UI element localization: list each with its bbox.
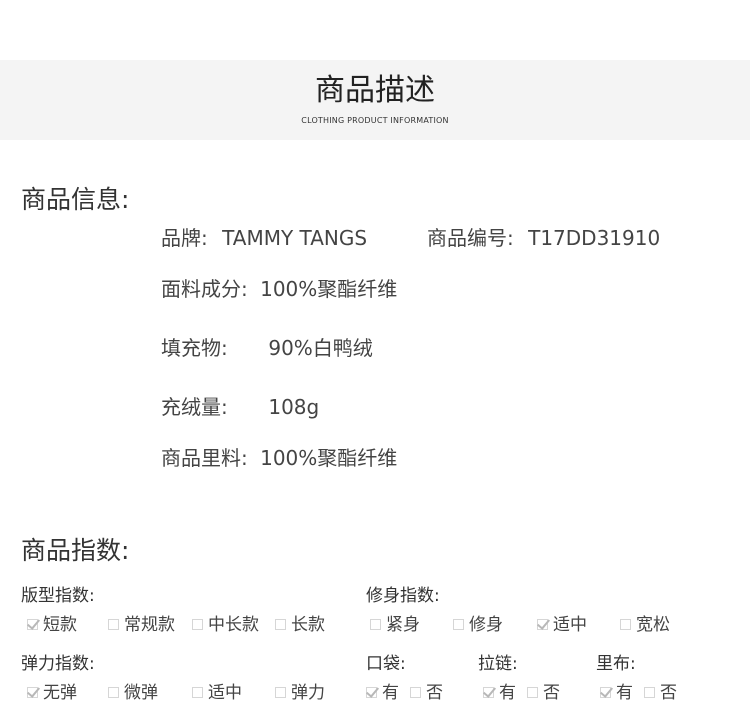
down-amount-value: 108g xyxy=(268,395,320,419)
down-amount-row: 充绒量: 108g xyxy=(161,394,319,420)
elastic-option-slight[interactable]: 微弹 xyxy=(108,682,158,704)
fit-option-long[interactable]: 长款 xyxy=(275,614,325,636)
lining-cloth-option-no[interactable]: 否 xyxy=(644,682,677,704)
checkbox-checked-icon xyxy=(600,687,611,698)
checkbox-icon xyxy=(275,619,286,630)
checkbox-checked-icon xyxy=(27,619,38,630)
pocket-option-no[interactable]: 否 xyxy=(410,682,443,704)
brand-label: 品牌: xyxy=(161,226,208,250)
checkbox-icon xyxy=(108,687,119,698)
elastic-option-stretch[interactable]: 弹力 xyxy=(275,682,325,704)
checkbox-icon xyxy=(192,687,203,698)
checkbox-icon xyxy=(527,687,538,698)
elastic-option-medium[interactable]: 适中 xyxy=(192,682,242,704)
description-banner: 商品描述 CLOTHING PRODUCT INFORMATION xyxy=(0,60,750,140)
product-code-row: 商品编号: T17DD31910 xyxy=(427,225,660,251)
filling-label: 填充物: xyxy=(161,336,228,360)
body-option-loose[interactable]: 宽松 xyxy=(620,614,670,636)
lining-cloth-option-yes[interactable]: 有 xyxy=(600,682,633,704)
lining-material-value: 100%聚酯纤维 xyxy=(260,446,398,470)
fit-option-regular[interactable]: 常规款 xyxy=(108,614,175,636)
banner-title: 商品描述 xyxy=(315,73,435,108)
lining-cloth-label: 里布: xyxy=(596,654,636,674)
fit-index-label: 版型指数: xyxy=(21,586,95,606)
product-code-label: 商品编号: xyxy=(427,226,514,250)
fit-option-short[interactable]: 短款 xyxy=(27,614,77,636)
checkbox-icon xyxy=(192,619,203,630)
lining-material-row: 商品里料: 100%聚酯纤维 xyxy=(161,445,397,471)
elastic-index-label: 弹力指数: xyxy=(21,654,95,674)
elastic-option-none[interactable]: 无弹 xyxy=(27,682,77,704)
product-index-title: 商品指数: xyxy=(21,536,130,565)
filling-row: 填充物: 90%白鸭绒 xyxy=(161,335,373,361)
body-option-tight[interactable]: 紧身 xyxy=(370,614,420,636)
checkbox-icon xyxy=(620,619,631,630)
checkbox-icon xyxy=(410,687,421,698)
fabric-label: 面料成分: xyxy=(161,277,248,301)
body-index-label: 修身指数: xyxy=(366,586,440,606)
down-amount-label: 充绒量: xyxy=(161,395,228,419)
body-option-medium[interactable]: 适中 xyxy=(537,614,587,636)
pocket-label: 口袋: xyxy=(366,654,406,674)
body-option-slim[interactable]: 修身 xyxy=(453,614,503,636)
fabric-value: 100%聚酯纤维 xyxy=(260,277,398,301)
product-code-value: T17DD31910 xyxy=(528,226,661,250)
checkbox-checked-icon xyxy=(537,619,548,630)
checkbox-checked-icon xyxy=(483,687,494,698)
fit-option-mid-long[interactable]: 中长款 xyxy=(192,614,259,636)
zipper-option-no[interactable]: 否 xyxy=(527,682,560,704)
brand-value: TAMMY TANGS xyxy=(222,226,368,250)
checkbox-icon xyxy=(370,619,381,630)
checkbox-checked-icon xyxy=(366,687,377,698)
checkbox-checked-icon xyxy=(27,687,38,698)
product-info-title: 商品信息: xyxy=(21,185,130,214)
banner-subtitle: CLOTHING PRODUCT INFORMATION xyxy=(301,116,449,125)
checkbox-icon xyxy=(453,619,464,630)
brand-row: 品牌: TAMMY TANGS xyxy=(161,225,367,251)
zipper-label: 拉链: xyxy=(478,654,518,674)
pocket-option-yes[interactable]: 有 xyxy=(366,682,399,704)
lining-material-label: 商品里料: xyxy=(161,446,248,470)
filling-value: 90%白鸭绒 xyxy=(268,336,373,360)
checkbox-icon xyxy=(275,687,286,698)
zipper-option-yes[interactable]: 有 xyxy=(483,682,516,704)
checkbox-icon xyxy=(644,687,655,698)
checkbox-icon xyxy=(108,619,119,630)
fabric-row: 面料成分: 100%聚酯纤维 xyxy=(161,276,397,302)
